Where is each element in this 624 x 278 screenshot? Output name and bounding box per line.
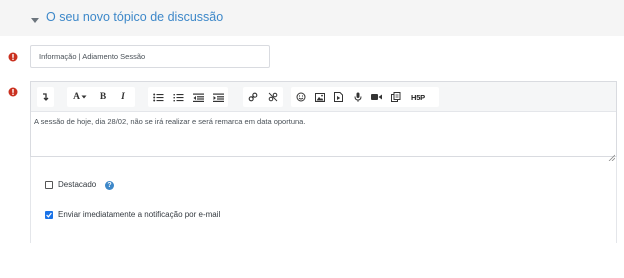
section-title: O seu novo tópico de discussão: [46, 10, 224, 24]
pinned-label[interactable]: Destacado: [58, 180, 96, 189]
record-video-icon[interactable]: [367, 87, 386, 107]
pinned-checkbox[interactable]: [45, 181, 53, 189]
collapse-icon[interactable]: [37, 87, 54, 107]
resize-handle-icon[interactable]: [608, 148, 616, 162]
link-icon[interactable]: [243, 87, 263, 107]
toolbar-group-lists: [148, 87, 228, 107]
bold-label: B: [99, 92, 107, 102]
message-editor: A B I H5P A sessão de hoje, dia 28/02, n…: [30, 81, 617, 162]
required-icon: [8, 87, 18, 97]
toolbar-group-links: [243, 87, 283, 107]
indent-icon[interactable]: [208, 87, 228, 107]
help-icon[interactable]: ?: [105, 181, 114, 190]
section-toggle[interactable]: O seu novo tópico de discussão: [30, 10, 223, 24]
section-header: O seu novo tópico de discussão: [0, 0, 624, 36]
editor-content[interactable]: A sessão de hoje, dia 28/02, não se irá …: [31, 112, 616, 156]
toolbar-group-insert: H5P: [291, 87, 439, 107]
h5p-label: H5P: [411, 92, 425, 102]
manage-files-icon[interactable]: [386, 87, 405, 107]
toolbar-group-format: A B I: [67, 87, 135, 107]
unlink-icon[interactable]: [263, 87, 283, 107]
unordered-list-icon[interactable]: [148, 87, 168, 107]
editor-toolbar: A B I H5P: [31, 82, 616, 112]
caret-down-icon: [30, 12, 40, 23]
notify-label[interactable]: Enviar imediatamente a notificação por e…: [58, 210, 220, 219]
italic-icon[interactable]: I: [113, 87, 133, 107]
emoji-icon[interactable]: [291, 87, 310, 107]
media-icon[interactable]: [329, 87, 348, 107]
ordered-list-icon[interactable]: [168, 87, 188, 107]
bold-icon[interactable]: B: [93, 87, 113, 107]
notify-checkbox[interactable]: [45, 211, 53, 219]
toolbar-group-collapse: [37, 87, 54, 107]
options-panel: [30, 157, 617, 243]
font-size-label: A: [73, 92, 80, 102]
record-audio-icon[interactable]: [348, 87, 367, 107]
outdent-icon[interactable]: [188, 87, 208, 107]
required-icon: [8, 52, 18, 62]
subject-input[interactable]: [30, 45, 270, 68]
image-icon[interactable]: [310, 87, 329, 107]
h5p-icon[interactable]: H5P: [405, 87, 431, 107]
italic-label: I: [121, 92, 125, 102]
font-size-icon[interactable]: A: [67, 87, 93, 107]
